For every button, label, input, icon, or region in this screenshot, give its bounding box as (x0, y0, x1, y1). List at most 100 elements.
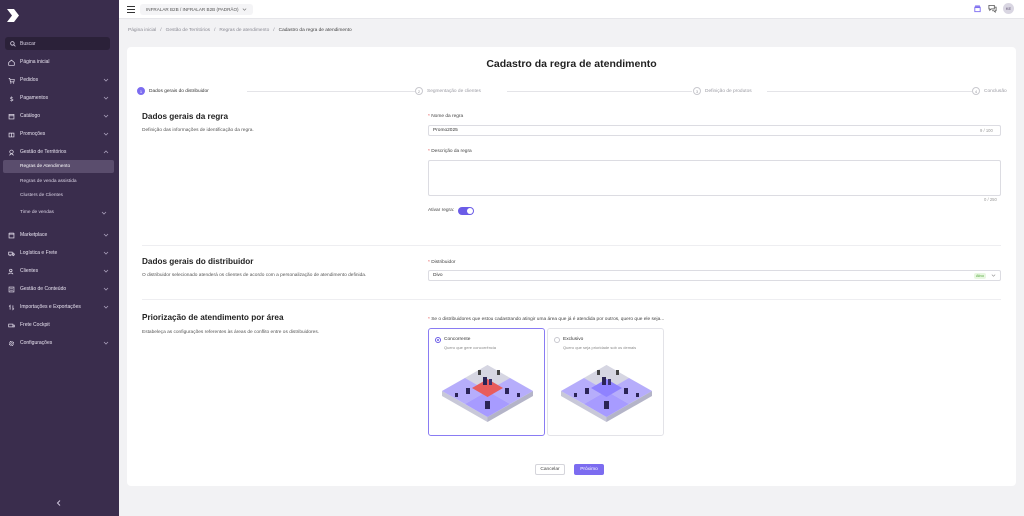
dollar-icon: $ (10, 95, 14, 101)
rule-desc-label: * Descrição da regra (428, 149, 472, 154)
sidebar-subitem-label: Regras de venda assistida (20, 179, 77, 184)
sidebar-item-promotions[interactable]: Promoções (0, 127, 119, 141)
sidebar-subitem-sales-team[interactable]: Time de vendas (3, 206, 114, 219)
collapse-sidebar-icon[interactable] (55, 499, 63, 507)
tenant-selector[interactable]: INFRALAR B2B / INFRALAR B2B (PADRÃO) (140, 4, 253, 15)
distributor-value: Divo (433, 273, 443, 278)
active-rule-label: Ativar regra: (428, 208, 455, 213)
step-connector (507, 91, 692, 92)
page-title: Cadastro da regra de atendimento (486, 58, 657, 70)
step-general-data[interactable]: 1 Dados gerais do distribuidor (137, 87, 213, 95)
truck-icon (8, 251, 15, 256)
step-number: 1 (137, 87, 145, 95)
avatar[interactable]: KE (1003, 3, 1014, 14)
step-client-segmentation[interactable]: 2 Segmentação de clientes (415, 87, 485, 95)
menu-icon[interactable] (127, 6, 135, 13)
sidebar-item-label: Gestão de Conteúdo (20, 286, 67, 292)
option-title: Exclusivo (563, 337, 584, 342)
sidebar-item-settings[interactable]: Configurações (0, 336, 119, 350)
sidebar-item-payments[interactable]: $ Pagamentos (0, 91, 119, 105)
sidebar-subitem-service-rules[interactable]: Regras de Atendimento (3, 160, 114, 173)
section-title-priority: Priorização de atendimento por área (142, 313, 284, 322)
sidebar-item-label: Gestão de Territórios (20, 149, 67, 155)
sidebar-search[interactable]: Buscar (5, 37, 110, 50)
section-divider (142, 245, 1001, 246)
chevron-down-icon (103, 78, 109, 82)
stepper: 1 Dados gerais do distribuidor 2 Segment… (137, 87, 1011, 97)
exclusive-area-illustration (561, 365, 652, 422)
svg-text:$: $ (10, 95, 14, 101)
sidebar-item-content[interactable]: Gestão de Conteúdo (0, 282, 119, 296)
sidebar-item-import-export[interactable]: Importações e Exportações (0, 300, 119, 314)
search-label: Buscar (20, 40, 36, 47)
step-number: 4 (972, 87, 980, 95)
option-radio[interactable] (554, 337, 560, 343)
cancel-button[interactable]: Cancelar (535, 464, 565, 475)
chevron-down-icon (103, 305, 109, 309)
home-icon (8, 59, 15, 66)
promo-icon (8, 132, 15, 137)
chevron-down-icon (103, 287, 109, 291)
sidebar-subitem-label: Time de vendas (20, 210, 54, 215)
distributor-select[interactable]: Divo (428, 270, 1001, 281)
rule-name-input[interactable]: Promo2025 (428, 125, 1001, 136)
sidebar-item-label: Catálogo (20, 113, 41, 119)
step-products[interactable]: 3 Definição de produtos (693, 87, 756, 95)
next-button[interactable]: Próximo (574, 464, 604, 475)
chevron-up-icon (103, 150, 109, 154)
option-desc: Quero que seja prioridade sob os demais (563, 345, 637, 350)
status-badge: Ativo (974, 273, 986, 279)
sidebar-item-logistics[interactable]: Logística e Frete (0, 246, 119, 260)
step-label: Segmentação de clientes (427, 88, 481, 94)
option-radio[interactable] (435, 337, 441, 343)
breadcrumb-separator: / (160, 28, 162, 33)
chevron-down-icon (103, 269, 109, 273)
rule-name-value: Promo2025 (433, 128, 458, 133)
chevron-down-icon (103, 96, 109, 100)
content-icon (8, 286, 15, 292)
step-label: Dados gerais do distribuidor (149, 88, 209, 94)
step-label: Conclusão (984, 88, 1007, 94)
sidebar-subitem-assisted-sales[interactable]: Regras de venda assistida (3, 175, 114, 188)
option-card-exclusive[interactable]: Exclusivo Quero que seja prioridade sob … (547, 328, 664, 436)
active-rule-toggle[interactable] (458, 207, 474, 215)
sidebar-item-label: Logística e Frete (20, 250, 58, 256)
section-divider (142, 299, 1001, 300)
sidebar-item-label: Frete Cockpit (20, 322, 50, 328)
step-number: 2 (415, 87, 423, 95)
rule-desc-textarea[interactable] (428, 160, 1001, 196)
step-number: 3 (693, 87, 701, 95)
chevron-down-icon (991, 274, 996, 277)
step-connector (247, 91, 417, 92)
sidebar-item-territory[interactable]: Gestão de Territórios (0, 145, 119, 159)
sidebar-item-catalog[interactable]: Catálogo (0, 109, 119, 123)
step-label: Definição de produtos (705, 88, 752, 94)
sidebar-item-orders[interactable]: Pedidos (0, 73, 119, 87)
chevron-down-icon (103, 132, 109, 136)
app-logo-icon[interactable] (6, 8, 20, 23)
topbar: INFRALAR B2B / INFRALAR B2B (PADRÃO) KE (119, 0, 1024, 19)
store-icon[interactable] (973, 4, 982, 13)
sidebar-item-label: Configurações (20, 340, 53, 346)
breadcrumb-link[interactable]: Regras de atendimento (219, 28, 269, 33)
chat-icon[interactable] (988, 4, 997, 13)
option-card-concurrent[interactable]: Concorrente Quero que gere concorrência (428, 328, 545, 436)
sidebar-item-clients[interactable]: Clientes (0, 264, 119, 278)
sidebar-subitem-client-clusters[interactable]: Clusters de Clientes (3, 189, 114, 202)
sidebar-item-marketplace[interactable]: Marketplace (0, 228, 119, 242)
form-card: Cadastro da regra de atendimento 1 Dados… (127, 47, 1016, 486)
breadcrumb-link[interactable]: Gestão de Territórios (166, 28, 210, 33)
topbar-actions: KE (973, 3, 1014, 14)
sidebar-item-home[interactable]: Página inicial (0, 55, 119, 69)
users-icon (8, 268, 14, 274)
priority-question: * Se o distribuidores que estou cadastra… (428, 317, 665, 322)
step-conclusion[interactable]: 4 Conclusão (972, 87, 1011, 95)
breadcrumb-link[interactable]: Página inicial (128, 28, 156, 33)
sidebar-item-label: Marketplace (20, 232, 48, 238)
chevron-down-icon (101, 211, 107, 215)
breadcrumb-separator: / (273, 28, 275, 33)
chevron-down-icon (103, 251, 109, 255)
sidebar-item-cockpit[interactable]: Frete Cockpit (0, 318, 119, 332)
rule-desc-counter: 0 / 250 (984, 197, 997, 202)
marketplace-icon (8, 232, 15, 238)
